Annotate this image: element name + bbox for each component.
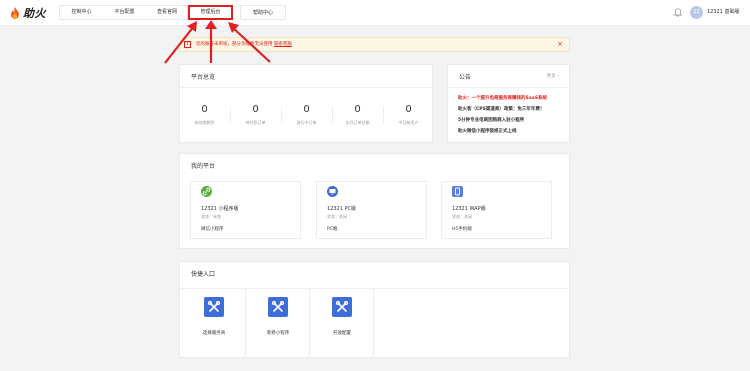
platform-name: 12321 小程序版 [201, 206, 239, 212]
top-navbar: 助火 控制中心 平台配置 查看官网 管理后台 帮助中心 12 12321 基础版 [0, 0, 750, 26]
stat-value: 0 [354, 104, 361, 115]
overview-title: 平台总览 [191, 74, 216, 81]
stat-value: 0 [252, 104, 259, 115]
stat-monthly-total[interactable]: 0 本月订单总额 [332, 104, 383, 126]
tab-control-center[interactable]: 控制中心 [60, 5, 103, 20]
more-link[interactable]: 更多 › [547, 73, 559, 79]
tools-icon [332, 297, 352, 317]
quick-label: 装修小程序 [266, 331, 290, 336]
platform-status: 状态：有效 [201, 214, 221, 219]
logo[interactable]: 助火 [10, 6, 46, 20]
stat-label: 有效期剩余 [194, 120, 215, 125]
announcement-item[interactable]: 助火微信小程序装修正式上线 [458, 128, 517, 134]
monitor-icon [327, 186, 338, 197]
platform-item-miniprogram[interactable]: 12321 小程序版 状态：有效 微信小程序 [190, 181, 301, 239]
platform-type: 微信小程序 [201, 227, 224, 232]
platform-type: H5手机端 [452, 227, 472, 232]
platform-item-pc[interactable]: 12321 PC版 状态：关闭 PC端 [316, 181, 427, 239]
divider [180, 87, 432, 88]
divider [448, 87, 569, 88]
platform-type: PC端 [327, 227, 338, 232]
tab-admin-backend[interactable]: 管理后台 [188, 5, 233, 20]
platform-name: 12321 WAP版 [452, 206, 486, 212]
stat-label: 今日新用户 [398, 120, 419, 125]
quick-entry-title: 快捷入口 [191, 271, 216, 278]
announcement-item[interactable]: 助火客（CPS渠道商）政策：免三年年费！ [458, 106, 544, 112]
platforms-title: 我的平台 [191, 163, 216, 170]
username[interactable]: 12321 基础版 [707, 6, 740, 19]
tab-official-site[interactable]: 查看官网 [146, 5, 188, 20]
alert-message: 您的账号未审核，部分功能暂无法使用 [196, 42, 273, 47]
tab-help-center[interactable]: 帮助中心 [240, 5, 286, 20]
tools-icon [204, 297, 224, 317]
tab-platform-config[interactable]: 平台配置 [103, 5, 146, 20]
alert-text: 您的账号未审核，部分功能暂无法使用 联系客服 [196, 38, 292, 51]
stat-value: 0 [405, 104, 412, 115]
contact-support-link[interactable]: 联系客服 [274, 42, 292, 47]
tools-icon [268, 297, 288, 317]
announcement-title: 公告 [459, 74, 472, 81]
brand-name: 助火 [23, 7, 46, 20]
stat-label: 进行中订单 [296, 120, 317, 125]
stat-pending-payment[interactable]: 0 待付款订单 [230, 104, 281, 126]
flame-icon [11, 7, 19, 19]
stat-value: 0 [201, 104, 208, 115]
announcement-item[interactable]: 助火：一个提升电商服务商赚钱的SaaS系统 [458, 95, 547, 101]
avatar[interactable]: 12 [690, 6, 703, 19]
quick-select-provider[interactable]: 选择服务商 [182, 288, 246, 357]
warning-icon: ! [184, 41, 191, 48]
announcement-item[interactable]: 5分钟专业电商团购商入驻小程序 [458, 117, 524, 123]
stat-label: 待付款订单 [245, 120, 266, 125]
announcement-card: 公告 更多 › 助火：一个提升电商服务商赚钱的SaaS系统 助火客（CPS渠道商… [447, 64, 570, 143]
bell-icon[interactable] [674, 8, 682, 17]
stat-label: 本月订单总额 [345, 120, 370, 125]
platform-status: 状态：关闭 [327, 214, 347, 219]
platform-name: 12321 PC版 [327, 206, 357, 212]
stat-new-users[interactable]: 0 今日新用户 [383, 104, 434, 126]
platform-item-wap[interactable]: 12321 WAP版 状态：关闭 H5手机端 [441, 181, 552, 239]
quick-decorate-miniprogram[interactable]: 装修小程序 [246, 288, 310, 357]
link-icon [201, 186, 212, 197]
stat-value: 0 [303, 104, 310, 115]
quick-label: 开放配置 [333, 331, 351, 336]
phone-icon [452, 186, 463, 197]
account-alert: ! 您的账号未审核，部分功能暂无法使用 联系客服 × [179, 37, 570, 52]
stat-validity[interactable]: 0 有效期剩余 [179, 104, 230, 126]
platform-status: 状态：关闭 [452, 214, 472, 219]
quick-label: 选择服务商 [202, 331, 226, 336]
quick-open-config[interactable]: 开放配置 [310, 288, 374, 357]
stat-in-progress[interactable]: 0 进行中订单 [281, 104, 332, 126]
close-icon[interactable]: × [557, 38, 563, 51]
